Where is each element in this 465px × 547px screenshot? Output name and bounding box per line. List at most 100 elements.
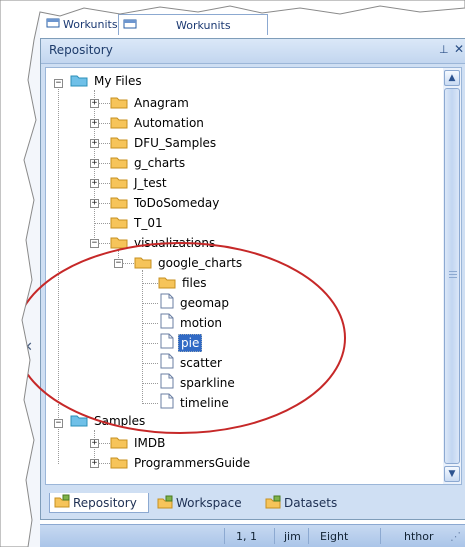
- workunit-icon: [123, 18, 137, 33]
- tree-connector: [98, 103, 110, 104]
- repository-panel: Repository ⊥ ✕ − My Files + Anagram + Au…: [40, 38, 465, 520]
- tree-item-label: files: [182, 276, 207, 290]
- folder-icon: [158, 274, 176, 293]
- tree-item-label: IMDB: [134, 436, 166, 450]
- screenshot-stage: ✕ Workunits Workunits Repository ⊥ ✕ − M…: [0, 0, 465, 547]
- tab-label: Datasets: [284, 496, 338, 510]
- tree-item-automation[interactable]: Automation: [110, 113, 206, 133]
- tree-item-anagram[interactable]: Anagram: [110, 93, 191, 113]
- tree-item-todosomeday[interactable]: ToDoSomeday: [110, 193, 221, 213]
- tree-item-t-01[interactable]: T_01: [110, 213, 165, 233]
- document-icon: [160, 373, 174, 393]
- top-tab-workunits-1[interactable]: Workunits: [46, 14, 118, 35]
- tree-item-timeline[interactable]: timeline: [160, 393, 231, 413]
- thumb-grip: [449, 274, 457, 275]
- pin-icon[interactable]: ⊥: [439, 43, 449, 56]
- tree-connector: [142, 363, 158, 364]
- tree-connector: [98, 203, 110, 204]
- scroll-down-button[interactable]: ▼: [444, 466, 460, 482]
- folder-icon: [70, 412, 88, 431]
- tree-connector: [58, 404, 59, 464]
- tree-connector: [94, 223, 110, 224]
- repository-icon: [54, 494, 70, 511]
- tab-label: Workspace: [176, 496, 242, 510]
- tree-connector: [98, 243, 110, 244]
- tree-connector: [98, 183, 110, 184]
- status-bar: 1, 1 jim Eight hthor ⋰: [40, 524, 465, 547]
- collapse-toggle[interactable]: −: [54, 79, 63, 88]
- tree-item-label: Samples: [94, 414, 146, 428]
- tree-connector: [98, 443, 110, 444]
- top-tab-label: Workunits: [176, 18, 231, 32]
- tab-label: Repository: [73, 495, 137, 510]
- tree-item-scatter[interactable]: scatter: [160, 353, 224, 373]
- tree-item-j-test[interactable]: J_test: [110, 173, 169, 193]
- tree-scrollbar[interactable]: ▲ ▼: [443, 67, 462, 485]
- tree-item-google-charts[interactable]: google_charts: [134, 253, 244, 273]
- tree-item-my-files[interactable]: My Files: [70, 71, 144, 91]
- status-separator: [308, 528, 309, 544]
- panel-header: Repository ⊥ ✕: [41, 39, 465, 64]
- tree-connector: [142, 283, 158, 284]
- scroll-thumb[interactable]: [444, 88, 460, 464]
- workspace-icon: [157, 495, 173, 512]
- tab-datasets[interactable]: Datasets: [265, 493, 337, 513]
- resize-grip-icon[interactable]: ⋰: [450, 530, 461, 543]
- collapse-toggle[interactable]: −: [54, 419, 63, 428]
- top-tab-workunits-2[interactable]: Workunits: [118, 14, 268, 35]
- repository-tree: − My Files + Anagram + Automation + DFU_…: [45, 67, 445, 485]
- panel-title: Repository: [49, 43, 113, 57]
- thumb-grip: [449, 271, 457, 272]
- tree-item-pie[interactable]: pie: [160, 333, 203, 353]
- folder-icon: [110, 454, 128, 473]
- document-icon: [160, 393, 174, 413]
- status-cluster: hthor: [404, 530, 434, 543]
- close-icon[interactable]: ✕: [22, 340, 33, 355]
- document-icon: [160, 293, 174, 313]
- tree-connector: [98, 123, 110, 124]
- tree-connector: [122, 263, 134, 264]
- tree-item-geomap[interactable]: geomap: [160, 293, 231, 313]
- tree-item-dfu-samples[interactable]: DFU_Samples: [110, 133, 218, 153]
- tree-item-label: g_charts: [134, 156, 186, 170]
- tree-item-samples[interactable]: Samples: [70, 411, 147, 431]
- document-icon: [160, 313, 174, 333]
- folder-icon: [110, 214, 128, 233]
- tree-item-label: ProgrammersGuide: [134, 456, 251, 470]
- tab-repository[interactable]: Repository: [49, 493, 149, 513]
- folder-icon: [110, 154, 128, 173]
- folder-icon: [110, 194, 128, 213]
- tree-connector: [58, 80, 59, 400]
- tree-connector: [142, 303, 158, 304]
- tab-workspace[interactable]: Workspace: [157, 493, 242, 513]
- tree-item-label: Automation: [134, 116, 204, 130]
- tree-connector: [98, 463, 110, 464]
- tree-item-motion[interactable]: motion: [160, 313, 224, 333]
- tree-item-label: sparkline: [180, 376, 235, 390]
- folder-icon: [134, 254, 152, 273]
- tree-item-visualizations[interactable]: visualizations: [110, 233, 217, 253]
- tree-connector: [98, 163, 110, 164]
- folder-icon: [110, 134, 128, 153]
- tree-item-label: My Files: [94, 74, 142, 88]
- tree-item-imdb[interactable]: IMDB: [110, 433, 167, 453]
- tree-connector: [142, 403, 158, 404]
- top-tab-label: Workunits: [63, 18, 118, 31]
- tree-item-label: google_charts: [158, 256, 243, 270]
- status-separator: [274, 528, 275, 544]
- tree-item-label: DFU_Samples: [134, 136, 217, 150]
- folder-icon: [110, 114, 128, 133]
- close-icon[interactable]: ✕: [454, 42, 464, 56]
- tree-item-sparkline[interactable]: sparkline: [160, 373, 237, 393]
- folder-icon: [110, 174, 128, 193]
- status-separator: [380, 528, 381, 544]
- tree-connector: [98, 143, 110, 144]
- scroll-up-button[interactable]: ▲: [444, 70, 460, 86]
- tree-item-programmersguide[interactable]: ProgrammersGuide: [110, 453, 252, 473]
- tree-item-label: ToDoSomeday: [134, 196, 220, 210]
- tree-item-g-charts[interactable]: g_charts: [110, 153, 187, 173]
- tree-item-label: geomap: [180, 296, 230, 310]
- tree-item-files[interactable]: files: [158, 273, 209, 293]
- tree-item-label: motion: [180, 316, 223, 330]
- folder-icon: [70, 72, 88, 91]
